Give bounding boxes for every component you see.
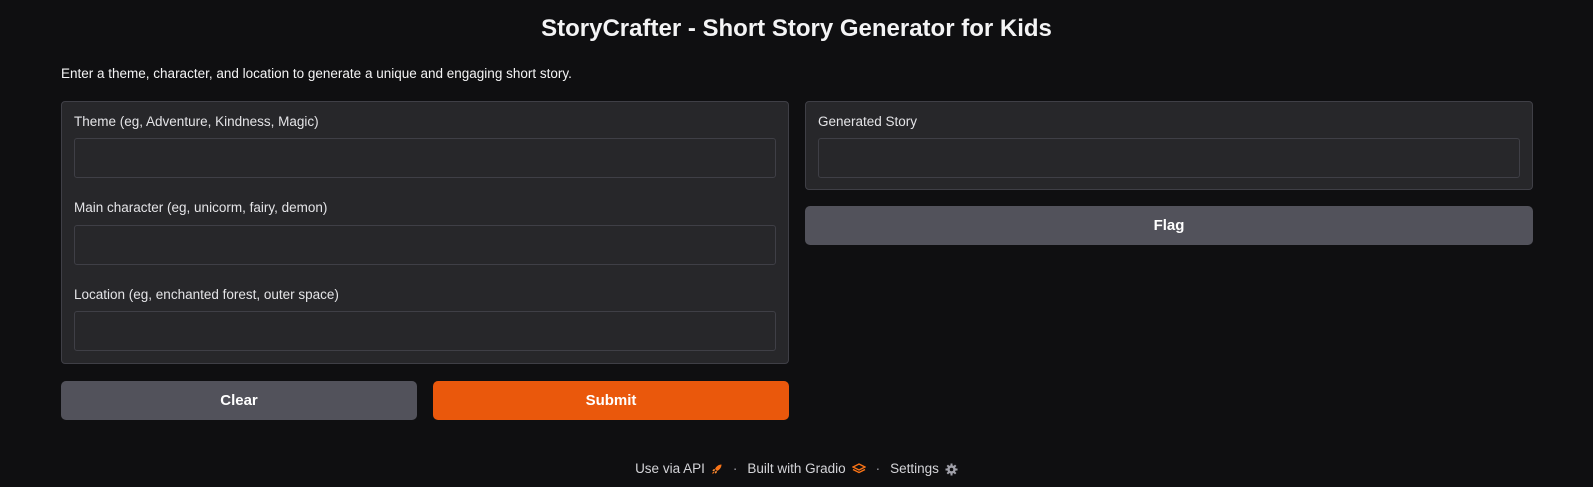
character-input[interactable]: [74, 225, 776, 265]
settings-label: Settings: [890, 461, 939, 476]
footer-separator: ·: [732, 461, 738, 476]
rocket-icon: [711, 464, 722, 474]
flag-button[interactable]: Flag: [805, 206, 1533, 245]
location-label: Location (eg, enchanted forest, outer sp…: [74, 287, 339, 302]
theme-input[interactable]: [74, 138, 776, 178]
use-via-api-label: Use via API: [635, 461, 705, 476]
submit-button[interactable]: Submit: [433, 381, 789, 420]
page-description: Enter a theme, character, and location t…: [61, 66, 572, 81]
generated-story-label: Generated Story: [818, 114, 918, 129]
generated-story-output[interactable]: [818, 138, 1520, 178]
theme-label: Theme (eg, Adventure, Kindness, Magic): [74, 114, 319, 129]
use-via-api-link[interactable]: Use via API: [635, 460, 723, 478]
built-with-gradio-label: Built with Gradio: [747, 461, 846, 476]
clear-button[interactable]: Clear: [61, 381, 417, 420]
output-panel: Generated Story: [805, 101, 1533, 190]
settings-link[interactable]: Settings: [890, 460, 958, 478]
location-input[interactable]: [74, 311, 776, 351]
page-title: StoryCrafter - Short Story Generator for…: [541, 15, 1052, 42]
footer-separator: ·: [875, 461, 881, 476]
gear-icon: [945, 463, 958, 475]
footer: Use via API · Built with Gradio · Settin…: [0, 460, 1593, 478]
input-panel: Theme (eg, Adventure, Kindness, Magic) M…: [61, 101, 789, 364]
character-label: Main character (eg, unicorm, fairy, demo…: [74, 200, 328, 215]
built-with-gradio-link[interactable]: Built with Gradio: [747, 460, 866, 478]
app-page: StoryCrafter - Short Story Generator for…: [0, 0, 1593, 487]
gradio-logo-icon: [851, 463, 866, 474]
